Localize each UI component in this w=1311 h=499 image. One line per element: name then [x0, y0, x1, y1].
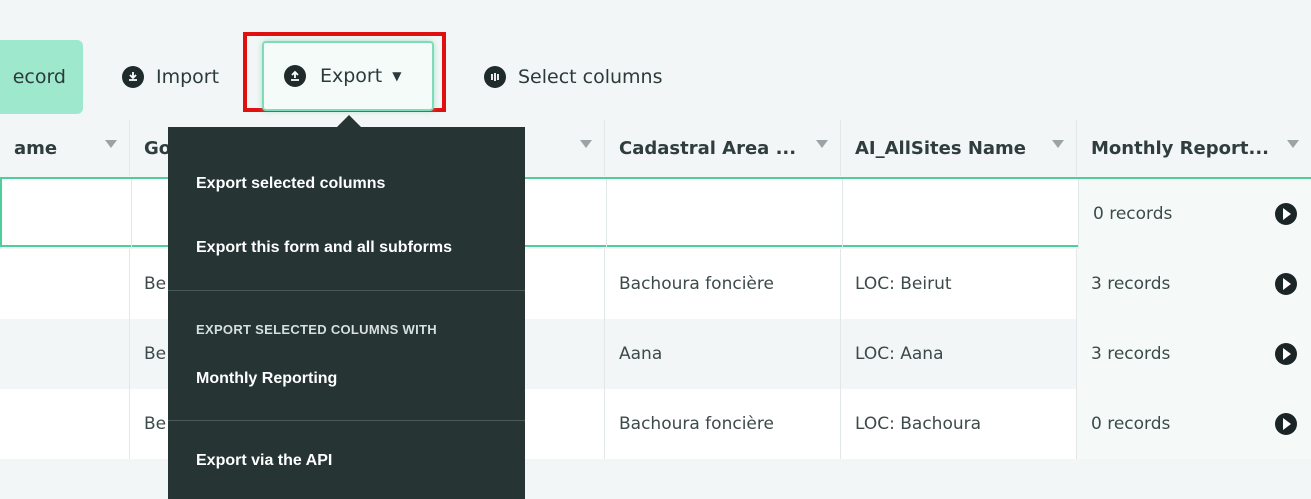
column-header-label: AI_AllSites Name — [855, 137, 1026, 159]
monthly-reporting-cell[interactable]: 0 records — [1079, 179, 1311, 249]
table-cell[interactable]: Aana — [605, 319, 841, 389]
records-count: 3 records — [1091, 344, 1171, 364]
column-header-label: ame — [14, 137, 58, 159]
table-cell[interactable]: Bachoura foncière — [605, 249, 841, 319]
column-header-label: Monthly Report... — [1091, 137, 1269, 159]
import-label: Import — [156, 66, 220, 88]
menu-item-export-selected-columns[interactable]: Export selected columns — [196, 175, 385, 193]
monthly-reporting-cell[interactable]: 3 records — [1077, 319, 1311, 389]
table-cell[interactable] — [0, 389, 130, 459]
select-columns-button[interactable]: Select columns — [484, 62, 663, 92]
menu-divider — [168, 290, 525, 291]
open-subform-icon[interactable] — [1275, 343, 1297, 365]
site-value: LOC: Bachoura — [855, 414, 982, 434]
import-icon — [122, 66, 144, 88]
export-dropdown-menu: Export selected columns Export this form… — [168, 127, 525, 499]
menu-item-export-form-and-subforms[interactable]: Export this form and all subforms — [196, 239, 452, 257]
menu-pointer — [337, 115, 361, 127]
monthly-reporting-cell[interactable]: 3 records — [1077, 249, 1311, 319]
column-header-label: Cadastral Area ... — [619, 137, 797, 159]
governorate-value: Be — [144, 274, 167, 294]
caret-down-icon: ▼ — [392, 69, 402, 83]
table-cell[interactable] — [0, 319, 130, 389]
export-label: Export — [320, 65, 383, 87]
menu-section-header: EXPORT SELECTED COLUMNS WITH — [196, 322, 437, 337]
column-header-name[interactable]: ame — [0, 120, 130, 176]
governorate-value: Be — [144, 344, 167, 364]
menu-item-monthly-reporting[interactable]: Monthly Reporting — [196, 370, 337, 388]
monthly-reporting-cell[interactable]: 0 records — [1077, 389, 1311, 459]
menu-item-export-via-api[interactable]: Export via the API — [196, 452, 332, 470]
column-header-cadastral-area[interactable]: Cadastral Area ... — [605, 120, 841, 176]
table-cell[interactable]: LOC: Beirut — [841, 249, 1077, 319]
table-cell[interactable] — [0, 249, 130, 319]
table-cell[interactable]: LOC: Aana — [841, 319, 1077, 389]
open-subform-icon[interactable] — [1275, 203, 1297, 225]
filter-icon[interactable] — [816, 140, 828, 148]
filter-icon[interactable] — [1287, 140, 1299, 148]
import-button[interactable]: Import — [122, 62, 219, 92]
table-cell[interactable]: Bachoura foncière — [605, 389, 841, 459]
column-header-allsites-name[interactable]: AI_AllSites Name — [841, 120, 1077, 176]
records-count: 0 records — [1091, 414, 1171, 434]
open-subform-icon[interactable] — [1275, 273, 1297, 295]
table-cell[interactable] — [607, 179, 843, 249]
menu-divider — [168, 420, 525, 421]
add-record-label: ecord — [12, 66, 66, 88]
toolbar: ecord Import Export ▼ Select columns — [0, 0, 1311, 120]
export-icon — [284, 65, 306, 87]
columns-icon — [484, 66, 506, 88]
site-value: LOC: Beirut — [855, 274, 952, 294]
cadastral-value: Aana — [619, 344, 663, 364]
open-subform-icon[interactable] — [1275, 413, 1297, 435]
site-value: LOC: Aana — [855, 344, 944, 364]
export-button[interactable]: Export ▼ — [262, 41, 434, 111]
records-count: 0 records — [1093, 204, 1173, 224]
column-header-monthly-reporting[interactable]: Monthly Report... — [1077, 120, 1311, 176]
filter-icon[interactable] — [580, 140, 592, 148]
filter-icon[interactable] — [105, 140, 117, 148]
records-count: 3 records — [1091, 274, 1171, 294]
cadastral-value: Bachoura foncière — [619, 414, 774, 434]
cadastral-value: Bachoura foncière — [619, 274, 774, 294]
add-record-button[interactable]: ecord — [0, 40, 83, 114]
table-cell[interactable] — [843, 179, 1079, 249]
governorate-value: Be — [144, 414, 167, 434]
filter-icon[interactable] — [1052, 140, 1064, 148]
table-cell[interactable]: LOC: Bachoura — [841, 389, 1077, 459]
table-cell[interactable] — [2, 179, 132, 249]
select-columns-label: Select columns — [518, 66, 663, 88]
